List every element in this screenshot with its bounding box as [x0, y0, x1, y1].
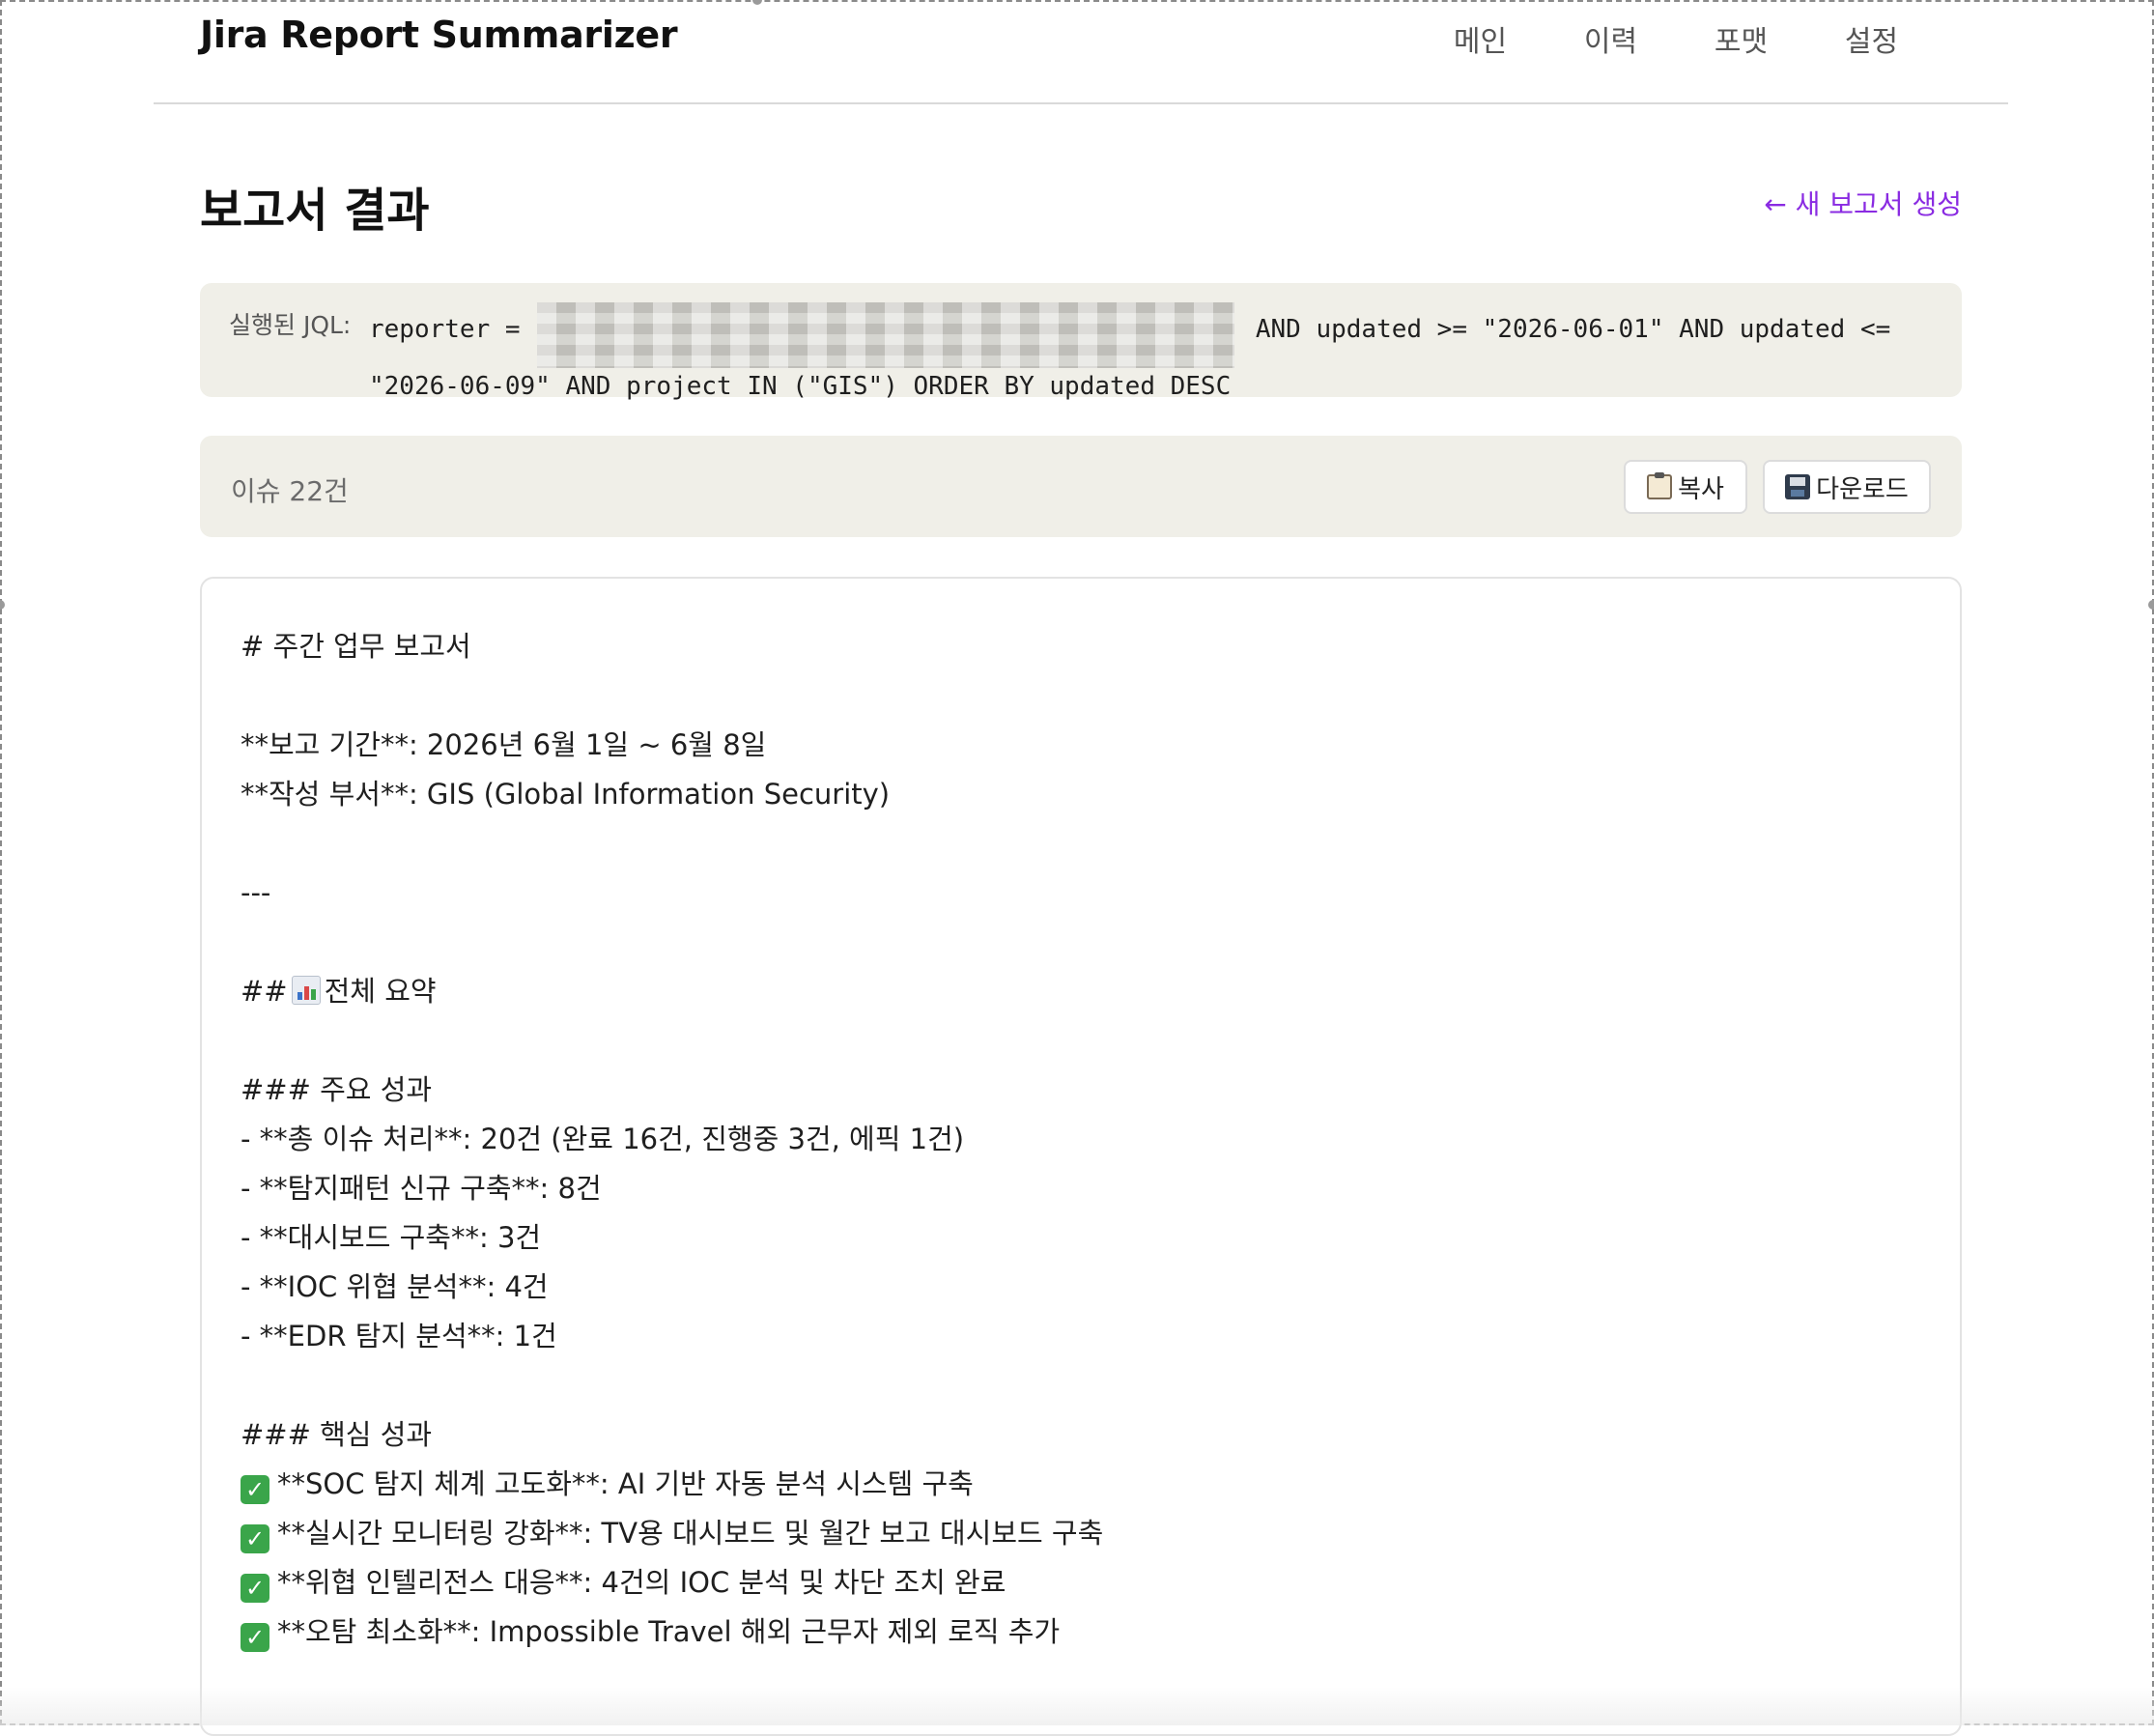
check-mark-icon: ✓ — [241, 1574, 269, 1603]
report-line-text: ### 주요 성과 — [241, 1073, 433, 1106]
main-nav: 메인 이력 포맷 설정 — [1415, 17, 1937, 60]
report-line: - **대시보드 구축**: 3건 — [241, 1213, 1103, 1263]
report-line: ### 핵심 성과 — [241, 1410, 1103, 1460]
report-line: ✓ **SOC 탐지 체계 고도화**: AI 기반 자동 분석 시스템 구축 — [241, 1460, 1103, 1509]
report-line: # 주간 업무 보고서 — [241, 622, 1103, 671]
report-line — [241, 671, 1103, 721]
issue-count: 이슈 22건 — [231, 475, 349, 507]
clipboard-icon — [1647, 472, 1673, 499]
report-line: - **총 이슈 처리**: 20건 (완료 16건, 진행중 3건, 에픽 1… — [241, 1115, 1103, 1164]
report-line — [241, 1361, 1103, 1410]
nav-item-main[interactable]: 메인 — [1415, 17, 1545, 60]
app-title[interactable]: Jira Report Summarizer — [200, 14, 678, 56]
report-line-text: - **IOC 위협 분석**: 4건 — [241, 1270, 549, 1303]
report-line-text: ### 핵심 성과 — [241, 1418, 433, 1451]
report-line-text: - **대시보드 구축**: 3건 — [241, 1221, 542, 1254]
check-mark-icon: ✓ — [241, 1475, 269, 1504]
report-line: --- — [241, 868, 1103, 918]
jql-query: reporter = AND updated >= "2026-06-01" A… — [369, 302, 1934, 406]
report-line — [241, 819, 1103, 868]
report-line-text: **SOC 탐지 체계 고도화**: AI 기반 자동 분석 시스템 구축 — [277, 1467, 974, 1500]
report-line: - **EDR 탐지 분석**: 1건 — [241, 1312, 1103, 1361]
new-report-link[interactable]: ← 새 보고서 생성 — [1764, 184, 1962, 222]
redacted-block — [537, 302, 1235, 368]
report-text: # 주간 업무 보고서 **보고 기간**: 2026년 6월 1일 ~ 6월 8… — [241, 622, 1103, 1657]
report-line-text: - **탐지패턴 신규 구축**: 8건 — [241, 1172, 602, 1205]
report-line — [241, 1016, 1103, 1066]
report-line-text: **보고 기간**: 2026년 6월 1일 ~ 6월 8일 — [241, 728, 767, 761]
jql-prefix: reporter = — [369, 315, 536, 344]
bottom-fade — [0, 1687, 2154, 1725]
report-line-text: **오탐 최소화**: Impossible Travel 해외 근무자 제외 … — [277, 1615, 1061, 1648]
nav-item-history[interactable]: 이력 — [1545, 17, 1676, 60]
result-toolbar: 이슈 22건 복사 다운로드 — [200, 436, 1962, 537]
page-title: 보고서 결과 — [200, 184, 430, 238]
floppy-disk-icon — [1785, 474, 1811, 499]
download-button[interactable]: 다운로드 — [1763, 460, 1931, 514]
report-line: ✓ **실시간 모니터링 강화**: TV용 대시보드 및 월간 보고 대시보드 … — [241, 1509, 1103, 1558]
report-line-text: - **총 이슈 처리**: 20건 (완료 16건, 진행중 3건, 에픽 1… — [241, 1123, 965, 1155]
check-mark-icon: ✓ — [241, 1623, 269, 1652]
report-line-text: **실시간 모니터링 강화**: TV용 대시보드 및 월간 보고 대시보드 구… — [277, 1517, 1104, 1550]
report-line: ### 주요 성과 — [241, 1066, 1103, 1115]
nav-item-settings[interactable]: 설정 — [1806, 17, 1937, 60]
report-line-text: --- — [241, 876, 271, 909]
report-line: ✓ **위협 인텔리전스 대응**: 4건의 IOC 분석 및 차단 조치 완료 — [241, 1558, 1103, 1608]
report-line-text: - **EDR 탐지 분석**: 1건 — [241, 1320, 557, 1352]
check-mark-icon: ✓ — [241, 1524, 269, 1553]
report-line-text: **위협 인텔리전스 대응**: 4건의 IOC 분석 및 차단 조치 완료 — [277, 1566, 1006, 1599]
report-line: ✓ **오탐 최소화**: Impossible Travel 해외 근무자 제외… — [241, 1608, 1103, 1657]
report-line-text: **작성 부서**: GIS (Global Information Secur… — [241, 778, 891, 811]
report-line: - **IOC 위협 분석**: 4건 — [241, 1263, 1103, 1312]
report-line — [241, 918, 1103, 967]
report-line: - **탐지패턴 신규 구축**: 8건 — [241, 1164, 1103, 1213]
report-line: **보고 기간**: 2026년 6월 1일 ~ 6월 8일 — [241, 721, 1103, 770]
report-line-text: # 주간 업무 보고서 — [241, 630, 471, 663]
download-button-label: 다운로드 — [1816, 474, 1909, 504]
top-navbar: Jira Report Summarizer 메인 이력 포맷 설정 — [154, 0, 2008, 104]
resize-handle-right[interactable] — [2148, 600, 2154, 610]
copy-button[interactable]: 복사 — [1624, 460, 1747, 514]
resize-handle-left[interactable] — [0, 600, 5, 610]
report-heading-prefix: ## — [241, 975, 288, 1008]
jql-label: 실행된 JQL: — [229, 311, 352, 339]
report-output[interactable]: # 주간 업무 보고서 **보고 기간**: 2026년 6월 1일 ~ 6월 8… — [200, 577, 1962, 1736]
report-line: ## 전체 요약 — [241, 967, 1103, 1016]
copy-button-label: 복사 — [1678, 474, 1724, 504]
bar-chart-icon — [291, 976, 321, 1005]
report-line-text: 전체 요약 — [324, 975, 437, 1008]
nav-item-format[interactable]: 포맷 — [1676, 17, 1806, 60]
report-line: **작성 부서**: GIS (Global Information Secur… — [241, 770, 1103, 819]
jql-panel: 실행된 JQL: reporter = AND updated >= "2026… — [200, 283, 1962, 401]
